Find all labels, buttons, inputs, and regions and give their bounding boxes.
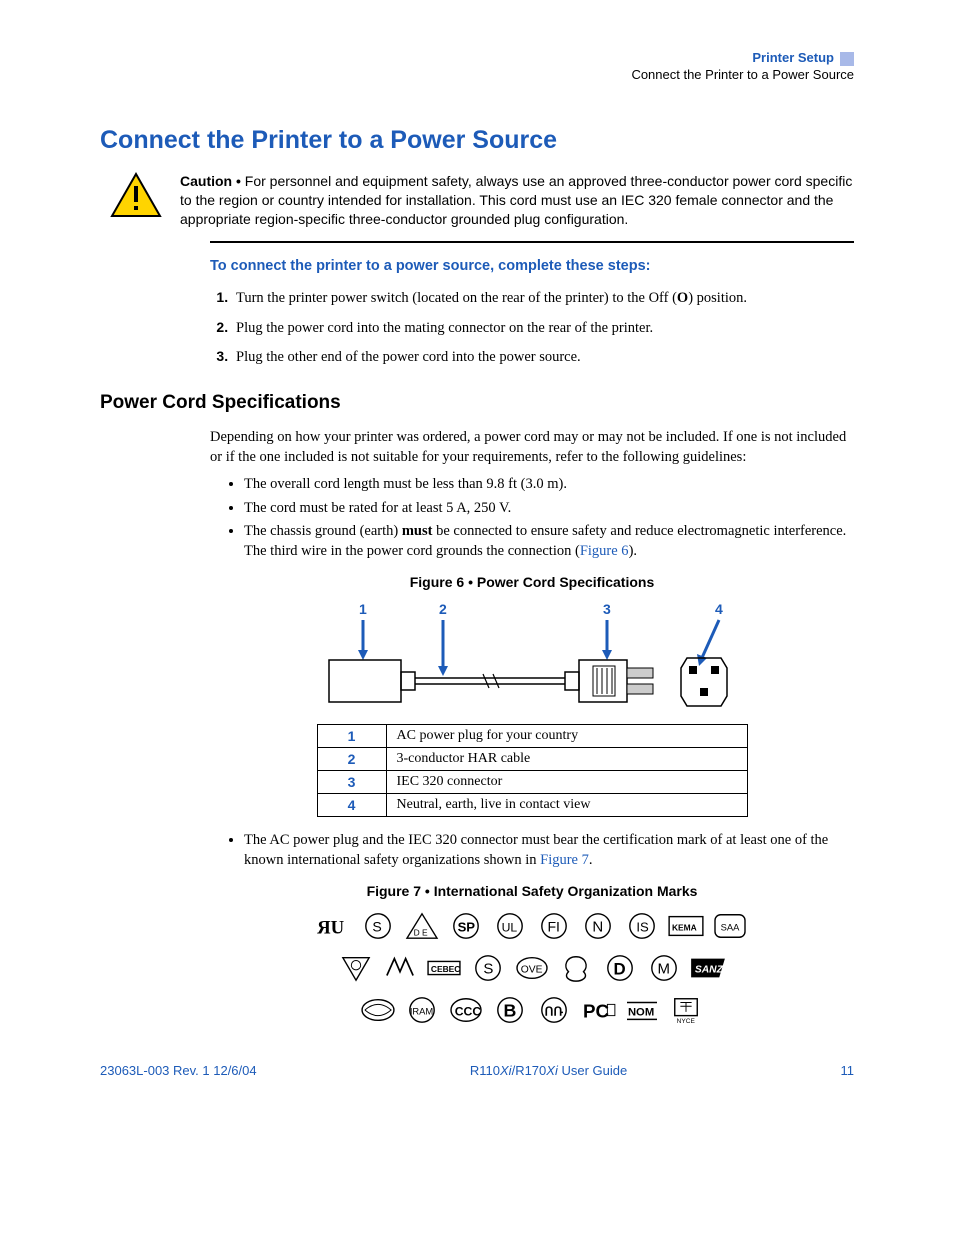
safety-mark-icon: ЯU: [315, 911, 353, 941]
table-row-desc: IEC 320 connector: [386, 770, 747, 793]
safety-mark-icon: S: [359, 911, 397, 941]
caution-block: Caution • For personnel and equipment sa…: [110, 172, 854, 229]
safety-mark-icon: UL: [491, 911, 529, 941]
svg-text:S: S: [483, 960, 493, 977]
bullet-cord-rating: The cord must be rated for at least 5 A,…: [244, 499, 854, 519]
footer-revision: 23063L-003 Rev. 1 12/6/04: [100, 1063, 257, 1080]
svg-text:CEBEC: CEBEC: [431, 963, 460, 973]
svg-text:UL: UL: [502, 920, 518, 934]
svg-text:M: M: [657, 960, 670, 977]
safety-mark-icon: IS: [623, 911, 661, 941]
table-row-desc: 3-conductor HAR cable: [386, 747, 747, 770]
bullet-cord-length: The overall cord length must be less tha…: [244, 475, 854, 495]
callout-4: 4: [715, 601, 723, 617]
svg-text:OVE: OVE: [521, 964, 543, 975]
svg-text:D E: D E: [414, 927, 428, 937]
svg-text:KEMA: KEMA: [672, 922, 697, 932]
page-footer: 23063L-003 Rev. 1 12/6/04 R110Xi/R170Xi …: [100, 1063, 854, 1080]
header-section: Connect the Printer to a Power Source: [631, 67, 854, 82]
safety-mark-icon: [359, 995, 397, 1025]
figure-7-caption: Figure 7 • International Safety Organiza…: [210, 882, 854, 900]
table-row-num: 1: [317, 724, 386, 747]
safety-mark-icon: [381, 953, 419, 983]
table-row-desc: Neutral, earth, live in contact view: [386, 794, 747, 817]
callout-3: 3: [603, 601, 611, 617]
svg-text:PC: PC: [583, 1000, 610, 1021]
safety-mark-icon: M: [645, 953, 683, 983]
safety-mark-icon: [557, 953, 595, 983]
safety-mark-icon: B: [491, 995, 529, 1025]
safety-mark-icon: OVE: [513, 953, 551, 983]
safety-mark-icon: NOM: [623, 995, 661, 1025]
power-cord-diagram: 1 2 3 4: [317, 598, 747, 718]
svg-text:B: B: [503, 1000, 516, 1020]
safety-mark-icon: IRAM: [403, 995, 441, 1025]
svg-text:ЯU: ЯU: [318, 917, 346, 938]
cert-bullet-list: The AC power plug and the IEC 320 connec…: [210, 831, 854, 870]
svg-text:CCC: CCC: [455, 1004, 482, 1018]
steps-list: Turn the printer power switch (located o…: [210, 288, 854, 368]
safety-mark-icon: SAA: [711, 911, 749, 941]
figure-6-caption: Figure 6 • Power Cord Specifications: [210, 573, 854, 591]
safety-mark-icon: D: [601, 953, 639, 983]
subsection-title: Power Cord Specifications: [100, 391, 854, 416]
caution-text: Caution • For personnel and equipment sa…: [180, 172, 854, 229]
svg-text:SANZ: SANZ: [694, 964, 723, 975]
safety-mark-icon: NYCE: [667, 995, 705, 1025]
safety-mark-icon: N: [579, 911, 617, 941]
safety-marks-grid: ЯU S D E SP UL FI N IS KEMA SAA CEBEC S …: [210, 909, 854, 1027]
svg-text:ՈՌ: ՈՌ: [545, 1004, 564, 1018]
svg-text:S: S: [373, 918, 382, 934]
safety-mark-icon: CCC: [447, 995, 485, 1025]
callout-2: 2: [439, 601, 447, 617]
page-title: Connect the Printer to a Power Source: [100, 124, 854, 157]
safety-mark-icon: SANZ: [689, 953, 727, 983]
safety-mark-icon: FI: [535, 911, 573, 941]
svg-text:SP: SP: [458, 919, 476, 934]
svg-text:NYCE: NYCE: [676, 1018, 695, 1025]
table-row-num: 2: [317, 747, 386, 770]
footer-guide-name: R110Xi/R170Xi User Guide: [470, 1063, 627, 1080]
spec-bullets: The overall cord length must be less tha…: [210, 475, 854, 561]
caution-triangle-icon: [110, 172, 162, 218]
safety-mark-icon: CEBEC: [425, 953, 463, 983]
header-chapter: Printer Setup: [752, 50, 834, 65]
safety-mark-icon: [337, 953, 375, 983]
bullet-ground: The chassis ground (earth) must be conne…: [244, 522, 854, 561]
svg-text:FI: FI: [547, 918, 559, 934]
figure-6-table: 1AC power plug for your country 23-condu…: [317, 724, 748, 818]
table-row-desc: AC power plug for your country: [386, 724, 747, 747]
step-3: Plug the other end of the power cord int…: [232, 347, 854, 367]
svg-text:IS: IS: [636, 919, 649, 934]
svg-text:N: N: [592, 918, 603, 935]
page-header: Printer Setup Connect the Printer to a P…: [100, 50, 854, 84]
divider: [210, 241, 854, 243]
header-marker: [840, 52, 854, 66]
safety-mark-icon: KEMA: [667, 911, 705, 941]
svg-text:SAA: SAA: [720, 922, 739, 932]
safety-mark-icon: D E: [403, 911, 441, 941]
steps-heading: To connect the printer to a power source…: [210, 257, 854, 276]
table-row-num: 4: [317, 794, 386, 817]
safety-mark-icon: SP: [447, 911, 485, 941]
table-row-num: 3: [317, 770, 386, 793]
svg-text:IRAM: IRAM: [410, 1006, 434, 1016]
svg-text:NOM: NOM: [628, 1006, 654, 1018]
figure-7-link[interactable]: Figure 7: [540, 852, 589, 868]
figure-6-link[interactable]: Figure 6: [580, 543, 629, 559]
safety-mark-icon: S: [469, 953, 507, 983]
safety-mark-icon: PC: [579, 995, 617, 1025]
safety-mark-icon: ՈՌ: [535, 995, 573, 1025]
caution-body: For personnel and equipment safety, alwa…: [180, 173, 852, 227]
bullet-certification: The AC power plug and the IEC 320 connec…: [244, 831, 854, 870]
spec-intro: Depending on how your printer was ordere…: [210, 428, 854, 467]
callout-1: 1: [359, 601, 367, 617]
caution-label: Caution •: [180, 173, 245, 189]
step-1: Turn the printer power switch (located o…: [232, 288, 854, 308]
footer-page-number: 11: [841, 1063, 855, 1080]
svg-text:D: D: [613, 959, 625, 978]
step-2: Plug the power cord into the mating conn…: [232, 318, 854, 338]
